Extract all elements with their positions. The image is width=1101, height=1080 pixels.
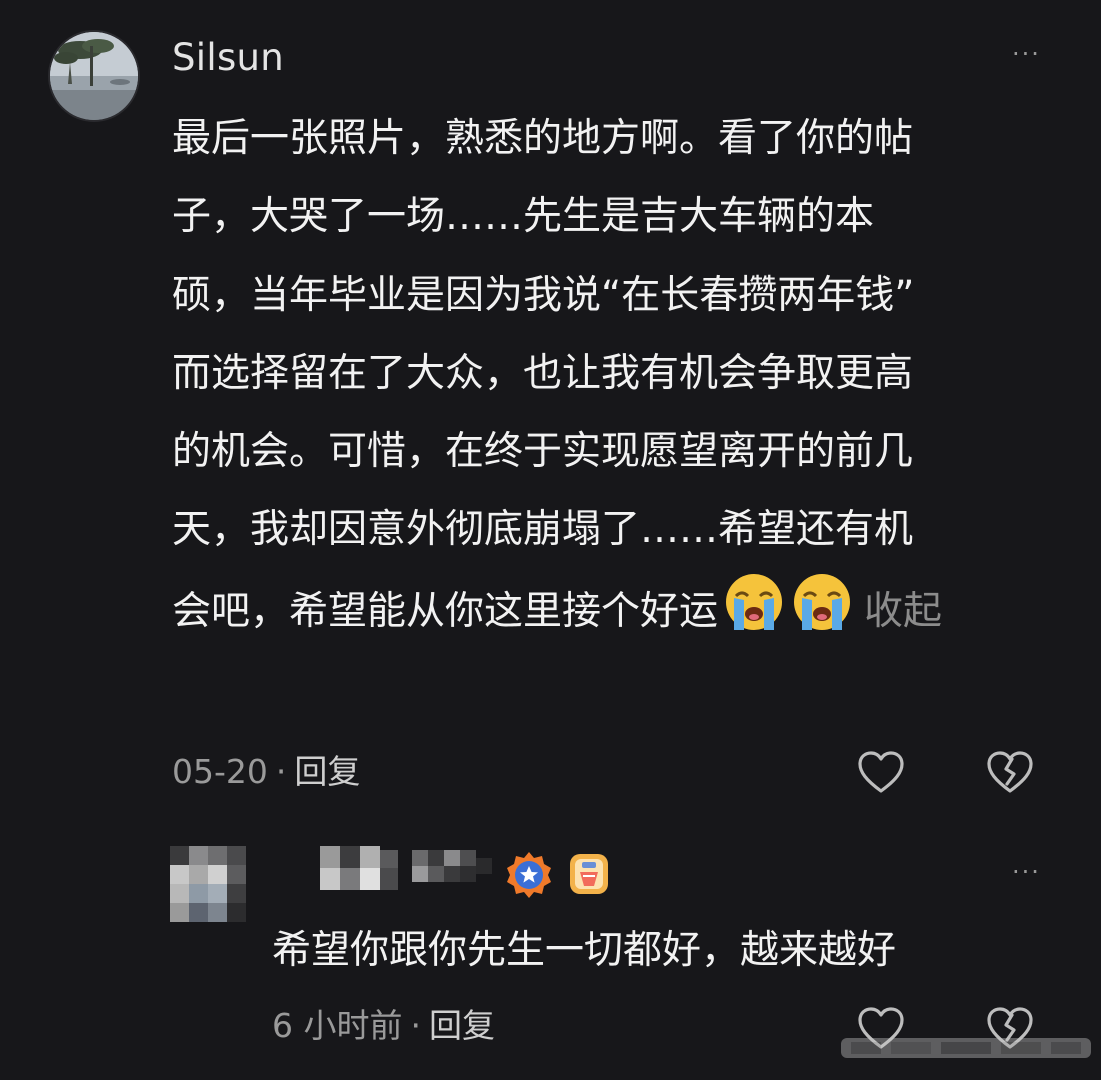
separator-dot: · [275, 752, 287, 791]
comment-date: 05-20 [172, 752, 268, 791]
reply-text: 希望你跟你先生一切都好，越来越好 [272, 928, 897, 973]
reply-meta: 6 小时前 · 回复 [272, 1006, 495, 1046]
comment-text: 最后一张照片，熟悉的地方啊。看了你的帖 子，大哭了一场……先生是吉大车辆的本 硕… [172, 100, 1052, 661]
star-badge-icon [504, 850, 554, 900]
dislike-broken-heart-icon[interactable] [985, 748, 1035, 798]
commenter-username[interactable]: Silsun [172, 36, 284, 80]
comment-line: 会吧，希望能从你这里接个好运 [172, 588, 719, 634]
comment-line-last: 会吧，希望能从你这里接个好运 收起 [172, 570, 1052, 661]
reply-username-blurred[interactable] [300, 844, 496, 902]
comment-meta: 05-20 · 回复 [172, 752, 360, 792]
comment-line: 的机会。可惜，在终于实现愿望离开的前几 [172, 429, 914, 475]
reply-time: 6 小时前 [272, 1006, 403, 1045]
level-badge-icon [566, 850, 612, 898]
reply-button[interactable]: 回复 [294, 752, 360, 791]
separator-dot: · [410, 1006, 422, 1045]
loudly-crying-face-icon [722, 570, 786, 661]
like-heart-icon[interactable] [856, 748, 906, 798]
collapse-button[interactable]: 收起 [864, 589, 942, 634]
loudly-crying-face-icon [790, 570, 854, 661]
reply-avatar-blurred[interactable] [170, 846, 246, 922]
comment-line: 而选择留在了大众，也让我有机会争取更高 [172, 350, 914, 396]
commenter-avatar[interactable] [48, 30, 140, 122]
avatar-image [50, 32, 138, 120]
reply-more-options-icon[interactable]: ··· [1012, 860, 1041, 884]
reply-reply-button[interactable]: 回复 [429, 1006, 495, 1045]
comment-line: 硕，当年毕业是因为我说“在长春攒两年钱” [172, 272, 915, 318]
comment-line: 最后一张照片，熟悉的地方啊。看了你的帖 [172, 116, 914, 161]
comment-line: 天，我却因意外彻底崩塌了……希望还有机 [172, 507, 914, 553]
watermark [841, 1030, 1091, 1066]
more-options-icon[interactable]: ··· [1012, 42, 1041, 66]
comment-line: 子，大哭了一场……先生是吉大车辆的本 [172, 194, 875, 240]
